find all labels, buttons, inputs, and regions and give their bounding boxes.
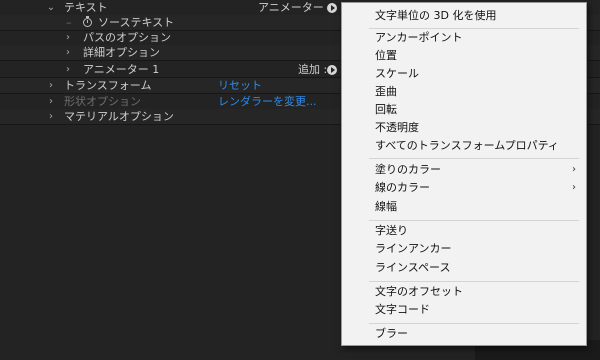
menu-item-label: ラインアンカー — [375, 242, 452, 255]
change-renderer-link[interactable]: レンダラーを変更... — [218, 94, 317, 110]
menu-item-label: 回転 — [375, 103, 397, 116]
menu-item-opacity[interactable]: 不透明度 — [342, 119, 586, 137]
chevron-right-icon[interactable]: › — [45, 94, 57, 110]
layer-row-label: 詳細オプション — [83, 46, 160, 59]
menu-separator — [369, 220, 579, 221]
menu-item-label: 文字のオフセット — [375, 285, 463, 298]
menu-item-label: ラインスペース — [375, 261, 451, 274]
layer-row-label: トランスフォーム — [64, 79, 152, 92]
menu-item-stroke-width[interactable]: 線幅 — [342, 198, 586, 216]
chevron-right-icon[interactable]: › — [62, 30, 74, 46]
menu-item-label: 文字単位の 3D 化を使用 — [375, 9, 497, 22]
menu-item-label: 塗りのカラー — [375, 163, 441, 176]
menu-item-anchor-point[interactable]: アンカーポイント — [342, 29, 586, 47]
menu-item-character-value[interactable]: 文字コード — [342, 301, 586, 319]
stopwatch-icon[interactable] — [83, 16, 92, 27]
menu-item-label: 字送り — [375, 224, 408, 237]
menu-item-line-anchor[interactable]: ラインアンカー — [342, 240, 586, 258]
menu-item-line-spacing[interactable]: ラインスペース — [342, 259, 586, 277]
menu-item-position[interactable]: 位置 — [342, 47, 586, 65]
menu-separator — [369, 158, 579, 159]
menu-item-stroke-color[interactable]: 線のカラー › — [342, 179, 586, 197]
menu-item-label: 線のカラー — [375, 181, 430, 194]
chevron-right-icon[interactable]: › — [62, 62, 74, 78]
chevron-right-icon[interactable]: › — [45, 109, 57, 125]
menu-item-label: 文字コード — [375, 303, 430, 316]
layer-row-label: アニメーター 1 — [83, 63, 160, 76]
menu-item-rotation[interactable]: 回転 — [342, 101, 586, 119]
chevron-down-icon[interactable]: ⌄ — [45, 0, 57, 16]
menu-separator — [369, 323, 579, 324]
layer-row-label: 形状オプション — [64, 95, 141, 108]
menu-item-label: 不透明度 — [375, 121, 419, 134]
menu-item-label: スケール — [375, 67, 419, 80]
menu-item-blur[interactable]: ブラー — [342, 325, 586, 343]
layer-row-label: ソーステキスト — [98, 16, 175, 29]
menu-item-fill-color[interactable]: 塗りのカラー › — [342, 161, 586, 179]
add-menu-icon[interactable] — [327, 65, 337, 75]
menu-item-scale[interactable]: スケール — [342, 65, 586, 83]
menu-item-all-transform-properties[interactable]: すべてのトランスフォームプロパティ — [342, 137, 586, 155]
menu-item-label: 線幅 — [375, 200, 397, 213]
menu-item-label: アンカーポイント — [375, 31, 463, 44]
menu-item-skew[interactable]: 歪曲 — [342, 83, 586, 101]
menu-item-enable-per-character-3d[interactable]: 文字単位の 3D 化を使用 — [342, 7, 586, 25]
chevron-right-icon: › — [572, 182, 576, 193]
menu-separator — [369, 281, 579, 282]
chevron-right-icon: › — [572, 164, 576, 175]
animator-context-menu: 文字単位の 3D 化を使用 アンカーポイント 位置 スケール 歪曲 回転 不透明… — [341, 2, 587, 346]
add-label: 追加 : — [298, 63, 328, 76]
tree-line: – — [66, 16, 72, 29]
menu-item-label: 歪曲 — [375, 85, 397, 98]
chevron-right-icon[interactable]: › — [45, 78, 57, 94]
menu-item-label: ブラー — [375, 327, 408, 340]
reset-link[interactable]: リセット — [218, 78, 262, 94]
menu-item-label: すべてのトランスフォームプロパティ — [375, 139, 559, 152]
layer-row-label: マテリアルオプション — [64, 110, 174, 123]
menu-item-tracking[interactable]: 字送り — [342, 222, 586, 240]
animator-menu-icon[interactable] — [327, 3, 337, 13]
chevron-right-icon[interactable]: › — [62, 45, 74, 61]
layer-row-label: パスのオプション — [83, 31, 171, 44]
layer-row-label: テキスト — [64, 1, 108, 14]
animator-label: アニメーター : — [258, 1, 331, 14]
menu-item-character-offset[interactable]: 文字のオフセット — [342, 283, 586, 301]
menu-item-label: 位置 — [375, 49, 397, 62]
